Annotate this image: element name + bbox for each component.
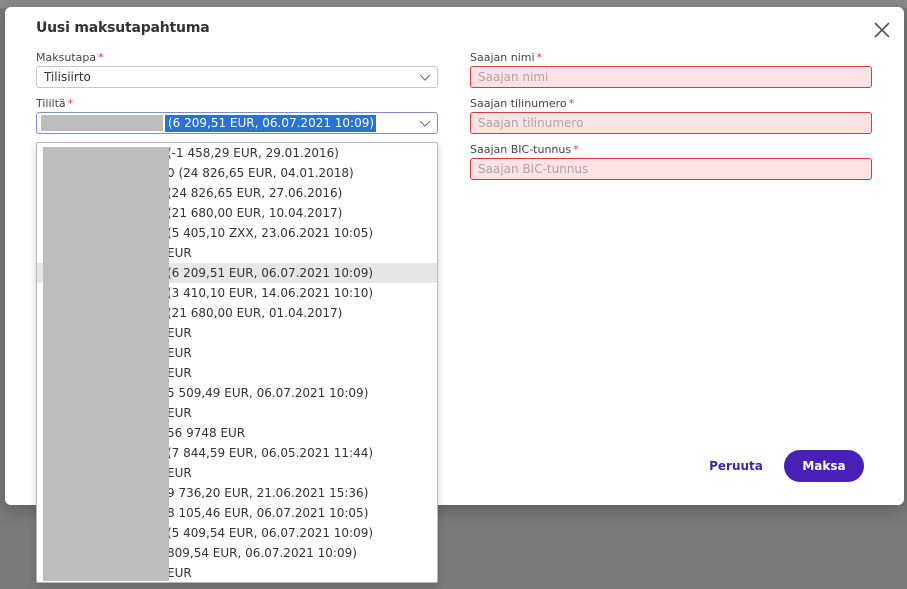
- account-option-text: EUR: [167, 366, 192, 380]
- recipient-account-input[interactable]: [470, 112, 872, 134]
- chevron-down-icon: [419, 120, 431, 127]
- redacted-account-numbers: [43, 147, 169, 581]
- payment-method-label: Maksutapa *: [36, 51, 104, 64]
- recipient-bic-input[interactable]: [470, 158, 872, 180]
- chevron-down-icon: [419, 74, 431, 81]
- account-option-text: (21 680,00 EUR, 10.04.2017): [167, 206, 343, 220]
- from-account-select[interactable]: (6 209,51 EUR, 06.07.2021 10:09): [36, 112, 438, 134]
- account-option-text: (3 410,10 EUR, 14.06.2021 10:10): [167, 286, 374, 300]
- required-mark: *: [568, 97, 575, 110]
- account-option-text: 56 9748 EUR: [167, 426, 246, 440]
- account-option-text: (5 405,10 ZXX, 23.06.2021 10:05): [167, 226, 374, 240]
- account-option-text: EUR: [167, 346, 192, 360]
- account-option-text: (24 826,65 EUR, 27.06.2016): [167, 186, 343, 200]
- recipient-name-input[interactable]: [470, 66, 872, 88]
- account-option-text: (7 844,59 EUR, 06.05.2021 11:44): [167, 446, 374, 460]
- payment-method-value: Tilisiirto: [44, 70, 91, 84]
- required-mark: *: [98, 51, 104, 64]
- account-option-text: EUR: [167, 466, 192, 480]
- required-mark: *: [573, 143, 579, 156]
- account-option-text: EUR: [167, 326, 192, 340]
- account-option-text: 0 (24 826,65 EUR, 04.01.2018): [167, 166, 354, 180]
- account-option-text: 9 736,20 EUR, 21.06.2021 15:36): [167, 486, 369, 500]
- redacted-account-number: [41, 115, 163, 131]
- account-option-text: (-1 458,29 EUR, 29.01.2016): [167, 146, 339, 160]
- recipient-name-label: Saajan nimi *: [470, 51, 543, 64]
- required-mark: *: [536, 51, 543, 64]
- recipient-account-label: Saajan tilinumero *: [470, 97, 575, 110]
- account-option-text: (21 680,00 EUR, 01.04.2017): [167, 306, 343, 320]
- account-option-text: 809,54 EUR, 06.07.2021 10:09): [167, 546, 357, 560]
- payment-method-select[interactable]: Tilisiirto: [36, 66, 438, 88]
- pay-button[interactable]: Maksa: [784, 450, 864, 482]
- recipient-bic-label: Saajan BIC-tunnus *: [470, 143, 579, 156]
- cancel-button[interactable]: Peruuta: [706, 453, 766, 479]
- close-icon[interactable]: [872, 20, 892, 40]
- account-option-text: EUR: [167, 566, 192, 580]
- account-option-text: (6 209,51 EUR, 06.07.2021 10:09): [167, 266, 374, 280]
- selected-account-text: (6 209,51 EUR, 06.07.2021 10:09): [165, 115, 377, 132]
- account-option-text: (5 409,54 EUR, 06.07.2021 10:09): [167, 526, 374, 540]
- account-option-text: 8 105,46 EUR, 06.07.2021 10:05): [167, 506, 369, 520]
- account-option-text: EUR: [167, 246, 192, 260]
- account-option-text: 5 509,49 EUR, 06.07.2021 10:09): [167, 386, 369, 400]
- account-option-text: EUR: [167, 406, 192, 420]
- from-account-label: Tililtä *: [36, 97, 74, 110]
- dialog-title: Uusi maksutapahtuma: [36, 20, 210, 36]
- account-dropdown-list[interactable]: (-1 458,29 EUR, 29.01.2016) 0 (24 826,65 …: [36, 142, 438, 583]
- required-mark: *: [67, 97, 74, 110]
